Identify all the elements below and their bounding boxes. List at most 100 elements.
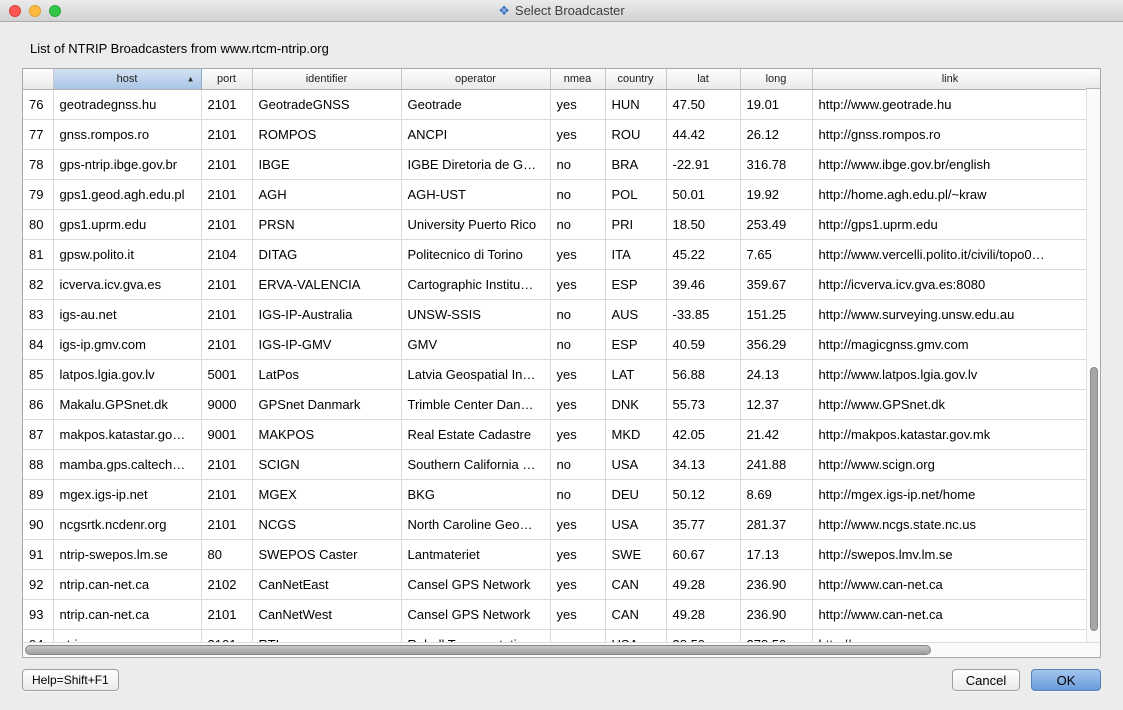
cell-long: 241.88 bbox=[740, 449, 812, 479]
cell-country: DEU bbox=[605, 479, 666, 509]
sort-ascending-icon: ▲ bbox=[187, 74, 195, 83]
cell-lat: 44.42 bbox=[666, 119, 740, 149]
table-row[interactable]: 84igs-ip.gmv.com2101IGS-IP-GMVGMVnoESP40… bbox=[23, 329, 1086, 359]
cell-lat: 42.05 bbox=[666, 419, 740, 449]
table-row[interactable]: 80gps1.uprm.edu2101PRSNUniversity Puerto… bbox=[23, 209, 1086, 239]
column-header-operator[interactable]: operator bbox=[401, 69, 550, 89]
cell-country: CAN bbox=[605, 569, 666, 599]
vertical-scrollbar-thumb[interactable] bbox=[1090, 367, 1098, 631]
cell-link: http://mgex.igs-ip.net/home bbox=[812, 479, 1086, 509]
vertical-scrollbar[interactable] bbox=[1086, 69, 1100, 642]
column-header-host[interactable]: host▲ bbox=[53, 69, 201, 89]
column-header-port[interactable]: port bbox=[201, 69, 252, 89]
ok-button[interactable]: OK bbox=[1031, 669, 1101, 691]
table-row[interactable]: 81gpsw.polito.it2104DITAGPolitecnico di … bbox=[23, 239, 1086, 269]
cell-country: HUN bbox=[605, 89, 666, 119]
cell-long: 356.29 bbox=[740, 329, 812, 359]
cell-identifier: ROMPOS bbox=[252, 119, 401, 149]
table-row[interactable]: 86Makalu.GPSnet.dk9000GPSnet DanmarkTrim… bbox=[23, 389, 1086, 419]
cell-host: ntrip bbox=[53, 629, 201, 642]
cell-num: 81 bbox=[23, 239, 53, 269]
cell-operator: Cartographic Institu… bbox=[401, 269, 550, 299]
column-header-nmea[interactable]: nmea bbox=[550, 69, 605, 89]
cell-lat: 50.01 bbox=[666, 179, 740, 209]
cell-lat: 50.12 bbox=[666, 479, 740, 509]
window-title-area: ❖ Select Broadcaster bbox=[0, 0, 1123, 21]
cell-host: igs-ip.gmv.com bbox=[53, 329, 201, 359]
cell-port: 2102 bbox=[201, 569, 252, 599]
cell-long: 24.13 bbox=[740, 359, 812, 389]
horizontal-scrollbar-thumb[interactable] bbox=[25, 645, 931, 655]
cell-num: 77 bbox=[23, 119, 53, 149]
cell-port: 2104 bbox=[201, 239, 252, 269]
column-header-link[interactable]: link bbox=[812, 69, 1086, 89]
column-header-long[interactable]: long bbox=[740, 69, 812, 89]
column-header-lat[interactable]: lat bbox=[666, 69, 740, 89]
cell-long: 151.25 bbox=[740, 299, 812, 329]
cell-operator: Politecnico di Torino bbox=[401, 239, 550, 269]
table-row[interactable]: 78gps-ntrip.ibge.gov.br2101IBGEIGBE Dire… bbox=[23, 149, 1086, 179]
cell-nmea: no bbox=[550, 449, 605, 479]
table-row[interactable]: 79gps1.geod.agh.edu.pl2101AGHAGH-USTnoPO… bbox=[23, 179, 1086, 209]
cell-host: gnss.rompos.ro bbox=[53, 119, 201, 149]
column-header-num bbox=[23, 69, 53, 89]
column-label-port: port bbox=[217, 73, 236, 85]
cell-nmea bbox=[550, 629, 605, 642]
cell-operator: ANCPI bbox=[401, 119, 550, 149]
cell-link: http://gnss.rompos.ro bbox=[812, 119, 1086, 149]
cell-num: 93 bbox=[23, 599, 53, 629]
cell-nmea: no bbox=[550, 209, 605, 239]
cell-port: 2101 bbox=[201, 629, 252, 642]
cell-host: ntrip.can-net.ca bbox=[53, 569, 201, 599]
cell-country: BRA bbox=[605, 149, 666, 179]
column-label-lat: lat bbox=[697, 73, 709, 85]
cell-nmea: yes bbox=[550, 509, 605, 539]
cell-lat: 35.77 bbox=[666, 509, 740, 539]
table-row[interactable]: 87makpos.katastar.go…9001MAKPOSReal Esta… bbox=[23, 419, 1086, 449]
cell-port: 2101 bbox=[201, 329, 252, 359]
horizontal-scrollbar[interactable] bbox=[23, 642, 1100, 657]
cell-operator: BKG bbox=[401, 479, 550, 509]
table-row[interactable]: 91ntrip-swepos.lm.se80SWEPOS CasterLantm… bbox=[23, 539, 1086, 569]
table-row[interactable]: 92ntrip.can-net.ca2102CanNetEastCansel G… bbox=[23, 569, 1086, 599]
window-titlebar[interactable]: ❖ Select Broadcaster bbox=[0, 0, 1123, 22]
app-icon: ❖ bbox=[498, 4, 510, 17]
table-row[interactable]: 94ntrip2101RTIRebell TransportatioUSA38.… bbox=[23, 629, 1086, 642]
table-row[interactable]: 83igs-au.net2101IGS-IP-AustraliaUNSW-SSI… bbox=[23, 299, 1086, 329]
cell-nmea: yes bbox=[550, 419, 605, 449]
cell-num: 79 bbox=[23, 179, 53, 209]
cell-lat: 49.28 bbox=[666, 569, 740, 599]
cell-nmea: yes bbox=[550, 599, 605, 629]
table-row[interactable]: 88mamba.gps.caltech…2101SCIGNSouthern Ca… bbox=[23, 449, 1086, 479]
cell-link: http://www.ibge.gov.br/english bbox=[812, 149, 1086, 179]
table-row[interactable]: 82icverva.icv.gva.es2101ERVA-VALENCIACar… bbox=[23, 269, 1086, 299]
cell-num: 86 bbox=[23, 389, 53, 419]
cell-nmea: yes bbox=[550, 89, 605, 119]
table-row[interactable]: 85latpos.lgia.gov.lv5001LatPosLatvia Geo… bbox=[23, 359, 1086, 389]
cell-country: POL bbox=[605, 179, 666, 209]
cell-link: http:// bbox=[812, 629, 1086, 642]
cell-long: 236.90 bbox=[740, 569, 812, 599]
help-button[interactable]: Help=Shift+F1 bbox=[22, 669, 119, 691]
table-row[interactable]: 89mgex.igs-ip.net2101MGEXBKGnoDEU50.128.… bbox=[23, 479, 1086, 509]
cell-port: 80 bbox=[201, 539, 252, 569]
cell-operator: University Puerto Rico bbox=[401, 209, 550, 239]
column-label-link: link bbox=[942, 73, 959, 85]
table-row[interactable]: 76geotradegnss.hu2101GeotradeGNSSGeotrad… bbox=[23, 89, 1086, 119]
cell-operator: North Caroline Geo… bbox=[401, 509, 550, 539]
table-row[interactable]: 77gnss.rompos.ro2101ROMPOSANCPIyesROU44.… bbox=[23, 119, 1086, 149]
cell-long: 281.37 bbox=[740, 509, 812, 539]
cell-identifier: LatPos bbox=[252, 359, 401, 389]
cell-lat: 38.50 bbox=[666, 629, 740, 642]
cell-port: 9001 bbox=[201, 419, 252, 449]
column-label-identifier: identifier bbox=[306, 73, 348, 85]
cell-nmea: no bbox=[550, 479, 605, 509]
cell-operator: Latvia Geospatial In… bbox=[401, 359, 550, 389]
cell-operator: Cansel GPS Network bbox=[401, 599, 550, 629]
cell-port: 2101 bbox=[201, 509, 252, 539]
cancel-button[interactable]: Cancel bbox=[952, 669, 1020, 691]
column-header-identifier[interactable]: identifier bbox=[252, 69, 401, 89]
column-header-country[interactable]: country bbox=[605, 69, 666, 89]
table-row[interactable]: 90ncgsrtk.ncdenr.org2101NCGSNorth Caroli… bbox=[23, 509, 1086, 539]
table-row[interactable]: 93ntrip.can-net.ca2101CanNetWestCansel G… bbox=[23, 599, 1086, 629]
